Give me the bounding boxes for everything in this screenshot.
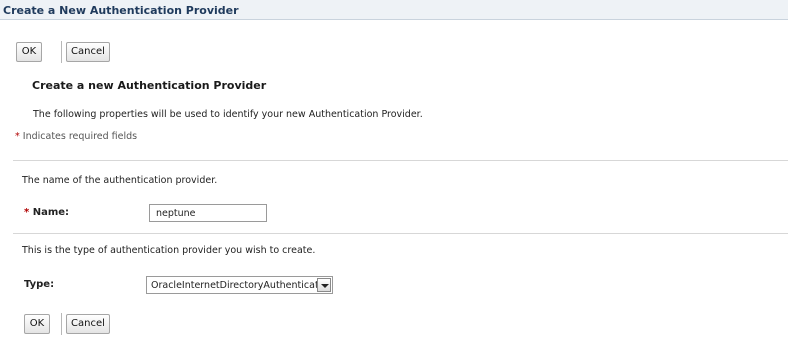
chevron-down-icon[interactable]	[317, 278, 331, 292]
button-separator	[61, 313, 62, 335]
required-marker: *	[15, 131, 20, 142]
type-help-text: This is the type of authentication provi…	[22, 245, 316, 256]
name-label: * Name:	[24, 207, 69, 218]
type-label: Type:	[24, 279, 55, 290]
required-fields-note: * Indicates required fields	[15, 131, 137, 142]
ok-button[interactable]: OK	[24, 314, 50, 334]
divider	[13, 160, 788, 161]
divider	[13, 233, 788, 234]
section-title: Create a new Authentication Provider	[32, 79, 267, 92]
create-auth-provider-page: Create a New Authentication Provider OK …	[0, 0, 788, 358]
cancel-button[interactable]: Cancel	[66, 42, 110, 62]
required-note-text: Indicates required fields	[22, 131, 138, 142]
type-select[interactable]: OracleInternetDirectoryAuthenticator	[146, 276, 333, 294]
type-select-value: OracleInternetDirectoryAuthenticator	[151, 280, 329, 291]
button-separator	[61, 41, 62, 63]
page-title: Create a New Authentication Provider	[0, 0, 788, 20]
cancel-button[interactable]: Cancel	[66, 314, 110, 334]
required-marker: *	[24, 207, 30, 218]
name-help-text: The name of the authentication provider.	[22, 175, 218, 186]
name-label-text: Name:	[32, 207, 70, 218]
ok-button[interactable]: OK	[16, 42, 42, 62]
name-input[interactable]: neptune	[149, 204, 267, 222]
section-description: The following properties will be used to…	[33, 109, 423, 120]
